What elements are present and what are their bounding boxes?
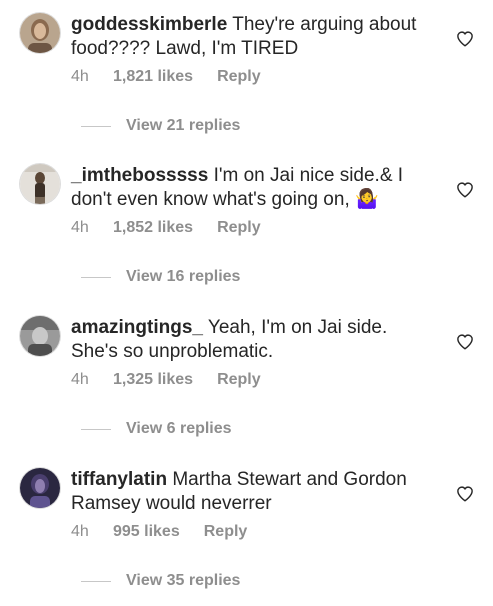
reply-button[interactable]: Reply <box>217 219 261 237</box>
comment-likes[interactable]: 995 likes <box>113 523 180 541</box>
comment-likes[interactable]: 1,325 likes <box>113 371 193 389</box>
comment-username[interactable]: amazingtings_ <box>71 317 203 338</box>
comment-item: tiffanylatin Martha Stewart and Gordon R… <box>0 456 493 606</box>
comment-text: _imthebosssss I'm on Jai nice side.& I d… <box>71 164 431 212</box>
view-replies-label: View 21 replies <box>126 117 241 134</box>
heart-outline-icon[interactable] <box>456 181 474 199</box>
divider <box>81 428 111 430</box>
view-replies-button[interactable]: View 16 replies <box>71 268 240 286</box>
avatar[interactable] <box>20 164 60 204</box>
comment-username[interactable]: goddesskimberle <box>71 14 227 35</box>
comment-item: goddesskimberle They're arguing about fo… <box>0 0 493 150</box>
comment-username[interactable]: tiffanylatin <box>71 469 167 490</box>
heart-outline-icon[interactable] <box>456 333 474 351</box>
avatar[interactable] <box>20 316 60 356</box>
view-replies-button[interactable]: View 6 replies <box>71 420 232 438</box>
comment-meta: 4h 1,852 likes Reply <box>71 219 261 237</box>
view-replies-button[interactable]: View 21 replies <box>71 117 240 135</box>
avatar[interactable] <box>20 13 60 53</box>
comment-time: 4h <box>71 219 89 236</box>
comment-likes[interactable]: 1,852 likes <box>113 219 193 237</box>
comment-item: amazingtings_ Yeah, I'm on Jai side. She… <box>0 304 493 454</box>
comment-meta: 4h 1,821 likes Reply <box>71 68 261 86</box>
comment-text: goddesskimberle They're arguing about fo… <box>71 13 431 61</box>
comment-username[interactable]: _imthebosssss <box>71 165 208 186</box>
comment-time: 4h <box>71 68 89 85</box>
comment-likes[interactable]: 1,821 likes <box>113 68 193 86</box>
comment-meta: 4h 1,325 likes Reply <box>71 371 261 389</box>
comment-text: tiffanylatin Martha Stewart and Gordon R… <box>71 468 431 516</box>
heart-outline-icon[interactable] <box>456 485 474 503</box>
reply-button[interactable]: Reply <box>204 523 248 541</box>
divider <box>81 580 111 582</box>
reply-button[interactable]: Reply <box>217 371 261 389</box>
avatar[interactable] <box>20 468 60 508</box>
comment-text: amazingtings_ Yeah, I'm on Jai side. She… <box>71 316 431 364</box>
heart-outline-icon[interactable] <box>456 30 474 48</box>
divider <box>81 125 111 127</box>
comment-time: 4h <box>71 371 89 388</box>
view-replies-label: View 6 replies <box>126 420 232 437</box>
view-replies-button[interactable]: View 35 replies <box>71 572 240 590</box>
reply-button[interactable]: Reply <box>217 68 261 86</box>
view-replies-label: View 16 replies <box>126 268 241 285</box>
comment-time: 4h <box>71 523 89 540</box>
divider <box>81 276 111 278</box>
comment-meta: 4h 995 likes Reply <box>71 523 247 541</box>
view-replies-label: View 35 replies <box>126 572 241 589</box>
comment-item: _imthebosssss I'm on Jai nice side.& I d… <box>0 152 493 302</box>
